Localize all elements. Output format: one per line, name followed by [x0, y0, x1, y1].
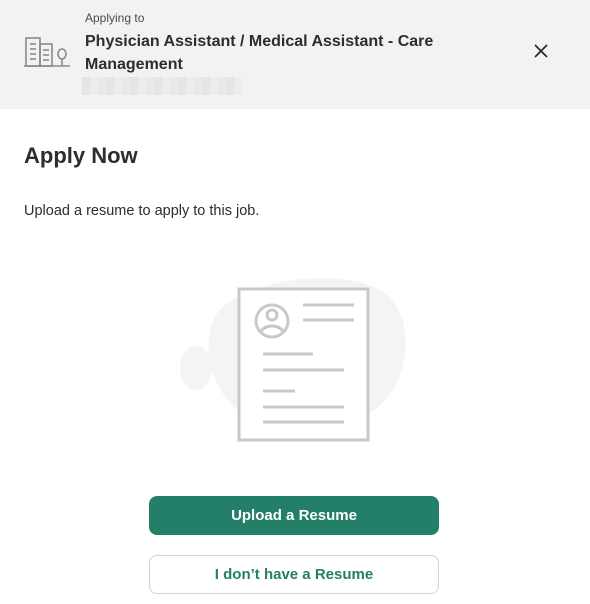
no-resume-button[interactable]: I don’t have a Resume [149, 555, 439, 594]
building-icon [24, 34, 72, 70]
close-button[interactable] [528, 40, 554, 66]
resume-document-icon [237, 287, 370, 442]
upload-instruction: Upload a resume to apply to this job. [24, 203, 260, 219]
close-icon [534, 44, 548, 63]
applying-to-label: Applying to [85, 11, 145, 25]
resume-illustration [178, 272, 412, 444]
job-title: Physician Assistant / Medical Assistant … [85, 33, 434, 73]
company-name-redacted [82, 77, 242, 95]
upload-resume-button[interactable]: Upload a Resume [149, 496, 439, 535]
apply-header: Applying to Physician Assistant / Medica… [0, 0, 590, 109]
page-title: Apply Now [24, 143, 138, 168]
